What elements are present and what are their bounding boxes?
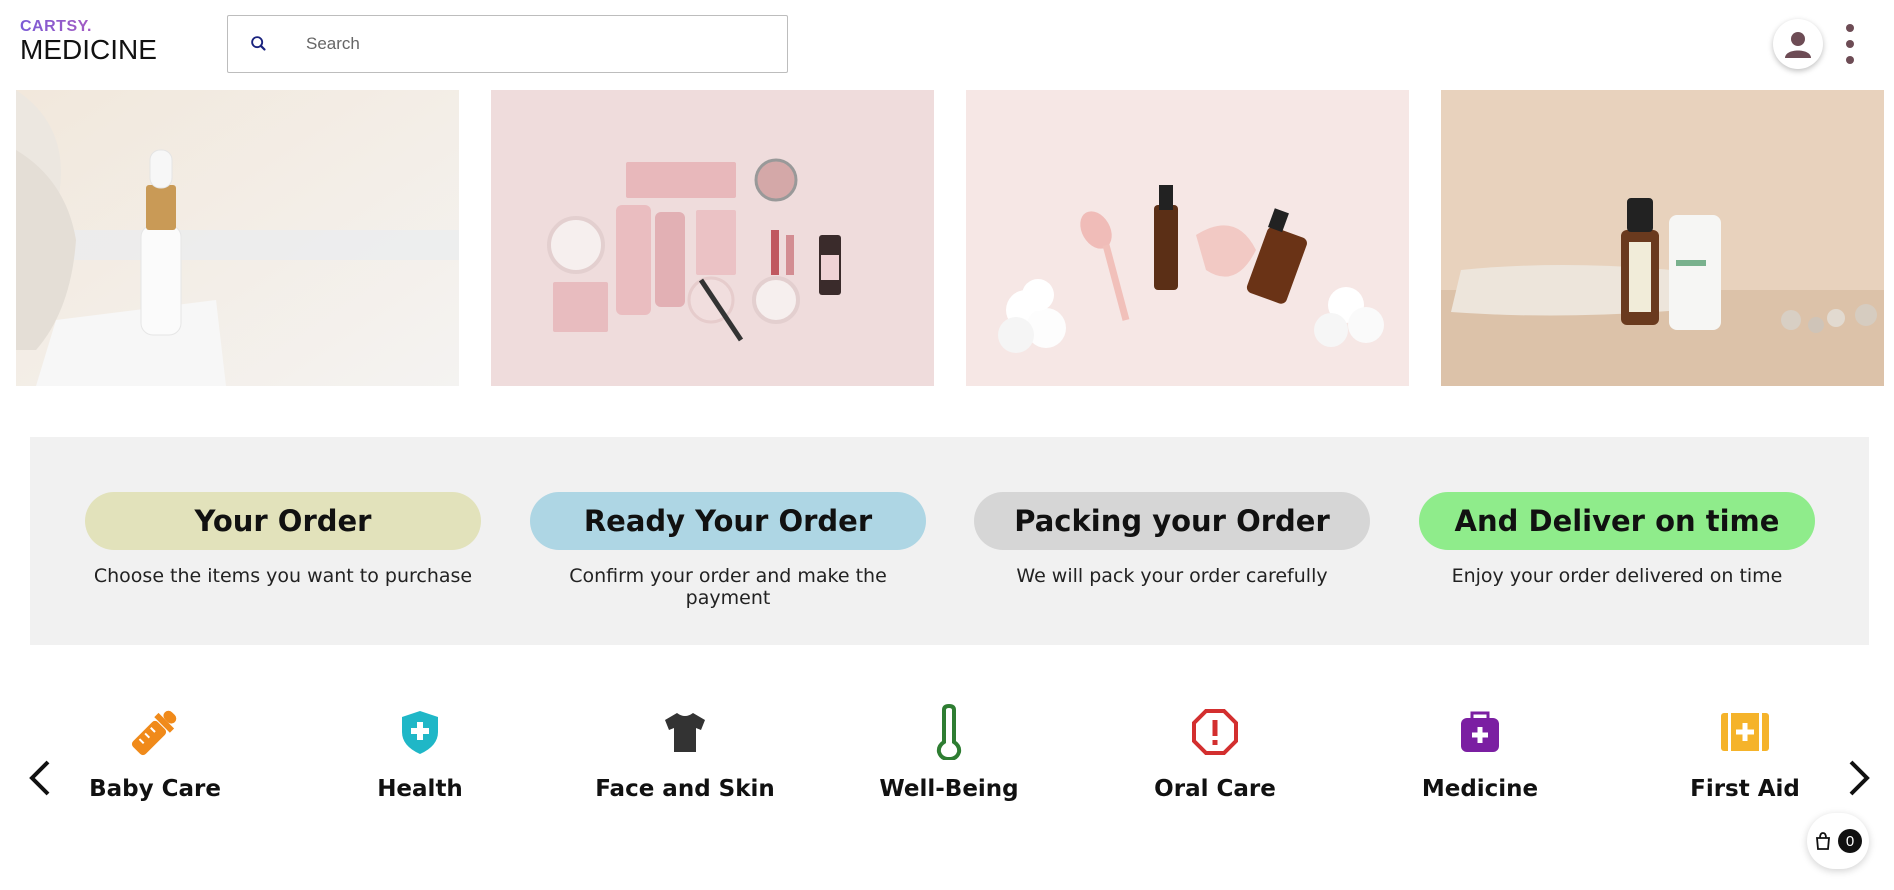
- banner-image-3[interactable]: [966, 90, 1409, 386]
- tshirt-icon: [665, 713, 705, 752]
- banner-image-2[interactable]: [491, 90, 934, 386]
- health-shield-icon: [402, 711, 438, 754]
- user-icon: [1785, 32, 1811, 58]
- category-carousel: Baby Care Health Face and Skin Well-Bein…: [0, 700, 1894, 820]
- step-description: Confirm your order and make the payment: [569, 565, 887, 609]
- category-medicine[interactable]: Medicine: [1365, 700, 1595, 802]
- cart-button[interactable]: 0: [1807, 813, 1869, 869]
- search-icon[interactable]: [248, 33, 270, 55]
- category-health[interactable]: Health: [305, 700, 535, 802]
- cart-count-badge: 0: [1838, 829, 1862, 853]
- step-title: Your Order: [85, 492, 481, 550]
- category-label: Well-Being: [879, 776, 1019, 802]
- logo-title: MEDICINE: [20, 34, 157, 65]
- step-deliver: And Deliver on time Enjoy your order del…: [1419, 492, 1815, 587]
- category-face-and-skin[interactable]: Face and Skin: [570, 700, 800, 802]
- more-options-icon[interactable]: [1840, 24, 1860, 64]
- step-description: We will pack your order carefully: [1016, 565, 1328, 587]
- category-oral-care[interactable]: Oral Care: [1100, 700, 1330, 802]
- step-your-order: Your Order Choose the items you want to …: [85, 492, 481, 587]
- category-baby-care[interactable]: Baby Care: [40, 700, 270, 802]
- first-aid-kit-icon: [1721, 713, 1769, 751]
- step-description: Choose the items you want to purchase: [93, 565, 473, 587]
- category-label: Baby Care: [89, 776, 221, 802]
- banner-image-1[interactable]: [16, 90, 459, 386]
- category-label: First Aid: [1690, 776, 1800, 802]
- step-description: Enjoy your order delivered on time: [1451, 565, 1783, 587]
- step-packing-order: Packing your Order We will pack your ord…: [974, 492, 1370, 587]
- category-label: Oral Care: [1154, 776, 1276, 802]
- step-title: Packing your Order: [974, 492, 1370, 550]
- shopping-bag-icon: [1816, 832, 1830, 850]
- carousel-next-icon[interactable]: [1843, 758, 1873, 798]
- category-label: Health: [377, 776, 463, 802]
- logo[interactable]: CARTSY. MEDICINE: [20, 18, 157, 66]
- step-title: And Deliver on time: [1419, 492, 1815, 550]
- search-bar[interactable]: [227, 15, 788, 73]
- search-input[interactable]: [304, 33, 748, 55]
- thermometer-icon: [936, 704, 962, 760]
- banner-image-4[interactable]: [1441, 90, 1884, 386]
- step-ready-order: Ready Your Order Confirm your order and …: [530, 492, 926, 609]
- category-label: Medicine: [1421, 776, 1539, 802]
- category-label: Face and Skin: [595, 776, 775, 802]
- medicine-bag-icon: [1461, 711, 1499, 752]
- category-well-being[interactable]: Well-Being: [834, 700, 1064, 802]
- alert-octagon-icon: [1192, 709, 1238, 755]
- order-steps-section: Your Order Choose the items you want to …: [30, 437, 1869, 645]
- baby-bottle-icon: [131, 710, 177, 756]
- step-title: Ready Your Order: [530, 492, 926, 550]
- category-first-aid[interactable]: First Aid: [1630, 700, 1860, 802]
- account-button[interactable]: [1773, 19, 1823, 69]
